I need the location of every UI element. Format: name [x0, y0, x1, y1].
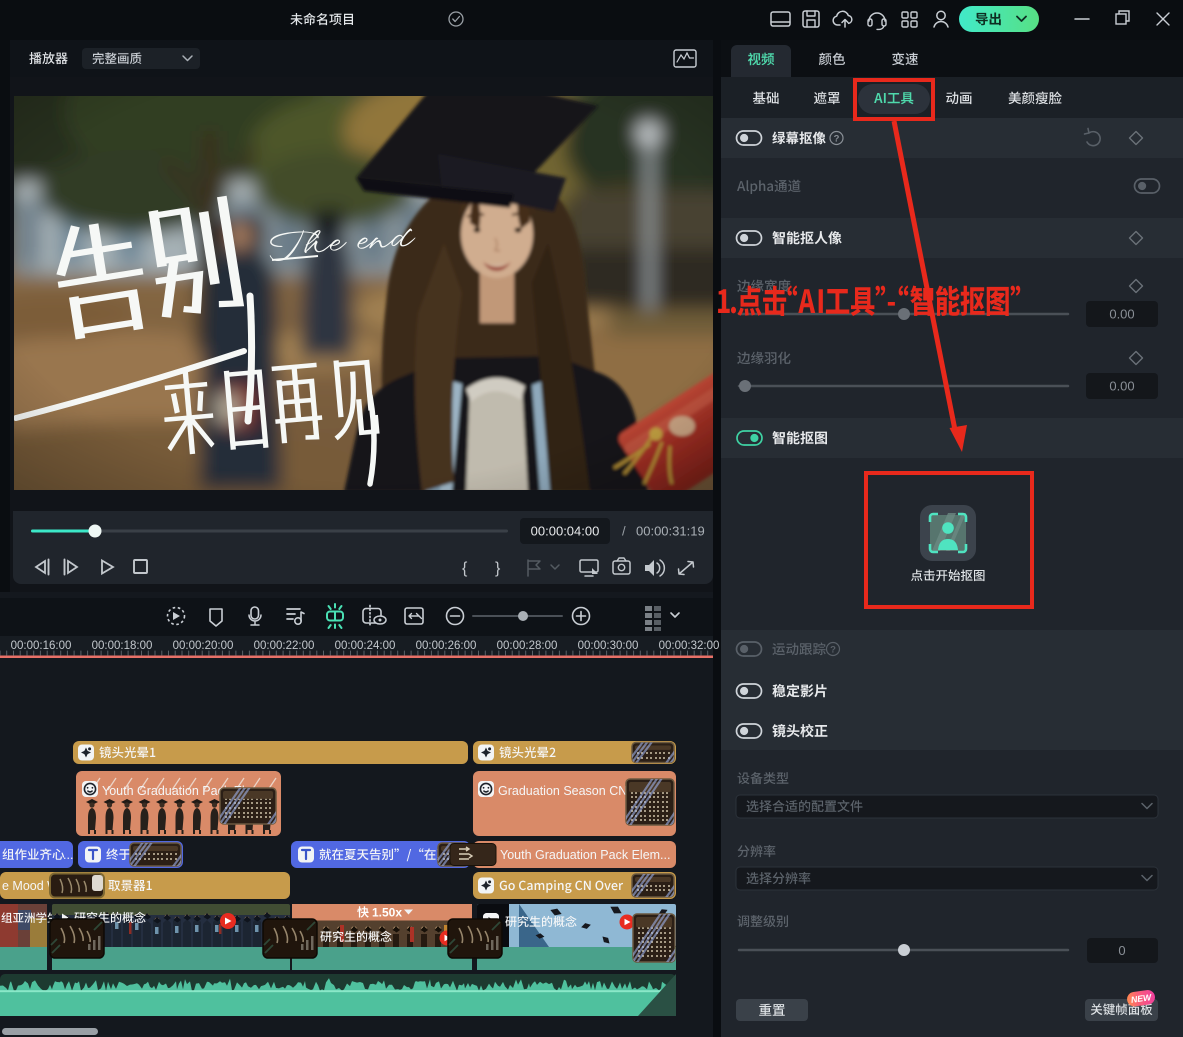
svg-text:/: / — [622, 524, 626, 539]
svg-text:}: } — [495, 560, 501, 577]
svg-text:{: { — [462, 560, 468, 577]
svg-text:0.00: 0.00 — [1109, 307, 1134, 322]
svg-text:1.50x: 1.50x — [372, 906, 402, 920]
svg-text:?: ? — [834, 133, 840, 144]
svg-text:0.00: 0.00 — [1109, 379, 1134, 394]
svg-text:00:00:24:00: 00:00:24:00 — [335, 640, 396, 652]
svg-text:00:00:26:00: 00:00:26:00 — [416, 640, 477, 652]
svg-text:?: ? — [830, 644, 836, 655]
svg-text:00:00:20:00: 00:00:20:00 — [173, 640, 234, 652]
svg-text:00:00:22:00: 00:00:22:00 — [254, 640, 315, 652]
svg-text:00:00:31:19: 00:00:31:19 — [636, 524, 705, 539]
svg-text:0: 0 — [1118, 943, 1125, 958]
svg-text:Youth Graduation Pack Elem...: Youth Graduation Pack Elem... — [500, 848, 670, 862]
svg-text:00:00:04:00: 00:00:04:00 — [531, 524, 600, 539]
svg-text:00:00:32:00: 00:00:32:00 — [659, 640, 720, 652]
svg-text:00:00:18:00: 00:00:18:00 — [92, 640, 153, 652]
svg-text:...: ... — [63, 848, 73, 862]
svg-text:00:00:28:00: 00:00:28:00 — [497, 640, 558, 652]
svg-text:00:00:16:00: 00:00:16:00 — [11, 640, 72, 652]
svg-text:00:00:30:00: 00:00:30:00 — [578, 640, 639, 652]
